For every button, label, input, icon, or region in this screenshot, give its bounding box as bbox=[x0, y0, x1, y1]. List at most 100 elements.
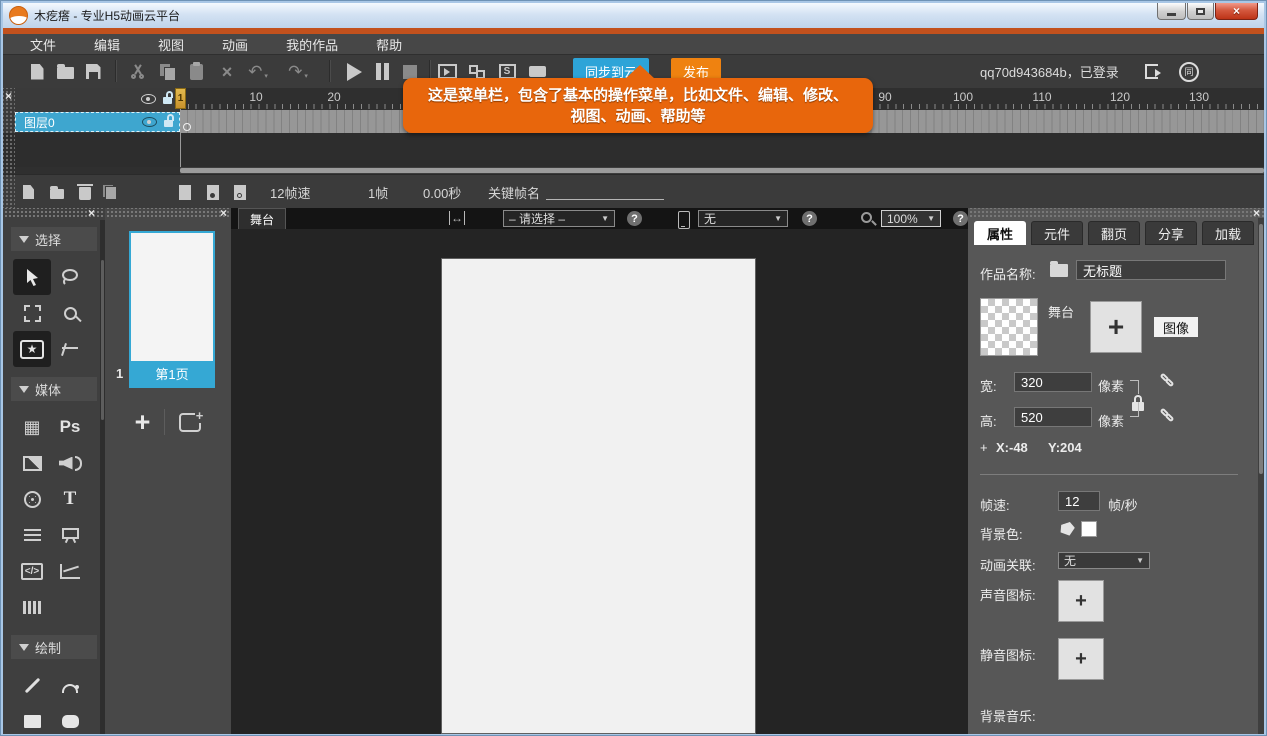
page-thumbnail[interactable]: 第1页 bbox=[129, 231, 215, 388]
cut-button[interactable] bbox=[125, 55, 149, 88]
sync-refresh-button[interactable]: 同 bbox=[1175, 55, 1203, 88]
keyframe-name-input[interactable] bbox=[546, 175, 664, 209]
layer-row[interactable]: 图层0 bbox=[15, 112, 180, 132]
fit-width-icon[interactable]: ↔ bbox=[449, 211, 465, 225]
tool-image[interactable] bbox=[13, 445, 51, 481]
paint-bucket-icon[interactable] bbox=[1058, 521, 1076, 538]
section-draw[interactable]: 绘制 bbox=[11, 635, 97, 659]
paste-button[interactable] bbox=[184, 55, 208, 88]
tool-stage-select[interactable]: ★ bbox=[13, 331, 51, 367]
section-media[interactable]: 媒体 bbox=[11, 377, 97, 401]
pages-drag-handle[interactable]: × bbox=[105, 208, 231, 217]
timeline-close-icon[interactable]: × bbox=[5, 89, 12, 103]
fps-input[interactable]: 12 bbox=[1058, 491, 1100, 511]
help-icon[interactable]: ? bbox=[953, 211, 968, 226]
copy-button[interactable] bbox=[155, 55, 179, 88]
zoom-dropdown[interactable]: 100%▼ bbox=[881, 210, 941, 227]
play-button[interactable] bbox=[341, 55, 367, 88]
timeline-scrollbar-thumb[interactable] bbox=[180, 168, 1264, 173]
menu-animation[interactable]: 动画 bbox=[222, 35, 248, 54]
duplicate-layer-button[interactable] bbox=[103, 175, 116, 209]
tool-paragraph[interactable] bbox=[13, 517, 51, 553]
tool-video[interactable] bbox=[13, 481, 51, 517]
help-icon[interactable]: ? bbox=[627, 211, 642, 226]
width-link-icon[interactable] bbox=[1160, 372, 1176, 388]
work-name-input[interactable]: 无标题 bbox=[1076, 260, 1226, 280]
tool-photoshop[interactable]: Ps bbox=[51, 409, 89, 445]
logout-button[interactable] bbox=[1138, 55, 1164, 88]
tab-loading[interactable]: 加载 bbox=[1202, 221, 1254, 245]
save-button[interactable] bbox=[81, 55, 105, 88]
height-input[interactable]: 520 bbox=[1014, 407, 1092, 427]
tool-chart[interactable] bbox=[51, 553, 89, 589]
timeline-drag-handle[interactable] bbox=[3, 88, 15, 208]
stage-bg-swatch[interactable] bbox=[980, 298, 1038, 356]
props-scrollbar[interactable] bbox=[1258, 218, 1264, 734]
tool-code[interactable]: </> bbox=[13, 553, 51, 589]
anim-link-dropdown[interactable]: 无▼ bbox=[1058, 552, 1150, 569]
menu-view[interactable]: 视图 bbox=[158, 35, 184, 54]
delete-button[interactable]: × bbox=[215, 55, 239, 88]
tool-rounded-rectangle[interactable] bbox=[51, 703, 89, 734]
minimize-button[interactable] bbox=[1157, 3, 1186, 20]
menu-edit[interactable]: 编辑 bbox=[94, 35, 120, 54]
help-icon[interactable]: ? bbox=[802, 211, 817, 226]
tool-text[interactable]: T bbox=[51, 481, 89, 517]
add-sound-icon-button[interactable]: + bbox=[1058, 580, 1104, 622]
layer-lock-icon[interactable] bbox=[164, 120, 173, 127]
props-drag-handle[interactable]: × bbox=[968, 208, 1264, 217]
add-mute-icon-button[interactable]: + bbox=[1058, 638, 1104, 680]
add-stage-image-button[interactable]: + bbox=[1090, 301, 1142, 353]
tool-lasso[interactable] bbox=[51, 259, 89, 295]
props-scrollbar-thumb[interactable] bbox=[1259, 224, 1263, 474]
tools-drag-handle[interactable]: × bbox=[3, 208, 105, 217]
tab-pageflip[interactable]: 翻页 bbox=[1088, 221, 1140, 245]
pages-close-icon[interactable]: × bbox=[220, 206, 227, 220]
close-button[interactable]: × bbox=[1215, 3, 1258, 20]
tool-zoom[interactable] bbox=[51, 295, 89, 331]
tool-line[interactable] bbox=[13, 667, 51, 703]
duplicate-page-button[interactable] bbox=[179, 413, 201, 432]
element-select-dropdown[interactable]: – 请选择 –▼ bbox=[503, 210, 615, 227]
height-link-icon[interactable] bbox=[1160, 407, 1176, 423]
tool-curve[interactable] bbox=[51, 667, 89, 703]
work-folder-icon[interactable] bbox=[1050, 264, 1068, 277]
bgcolor-swatch[interactable] bbox=[1081, 521, 1097, 537]
menu-help[interactable]: 帮助 bbox=[376, 35, 402, 54]
insert-blank-keyframe-button[interactable] bbox=[234, 175, 246, 209]
keyframe-marker[interactable] bbox=[183, 123, 191, 131]
tool-rectangle[interactable] bbox=[13, 703, 51, 734]
page-label[interactable]: 第1页 bbox=[131, 361, 213, 386]
open-button[interactable] bbox=[53, 55, 77, 88]
tool-library[interactable]: ▦ bbox=[13, 409, 51, 445]
insert-keyframe-button[interactable] bbox=[207, 175, 219, 209]
stage-tab[interactable]: 舞台 bbox=[238, 208, 286, 229]
redo-button[interactable]: ↷▾ bbox=[283, 55, 313, 88]
insert-frame-button[interactable] bbox=[179, 175, 191, 209]
section-select[interactable]: 选择 bbox=[11, 227, 97, 251]
tab-components[interactable]: 元件 bbox=[1031, 221, 1083, 245]
add-page-button[interactable]: + bbox=[135, 409, 151, 436]
layer-folder-button[interactable] bbox=[50, 175, 64, 209]
pause-button[interactable] bbox=[369, 55, 395, 88]
tool-guides[interactable] bbox=[51, 331, 89, 367]
new-file-button[interactable] bbox=[25, 55, 49, 88]
layers-lock-icon[interactable] bbox=[163, 97, 172, 104]
new-layer-button[interactable] bbox=[23, 175, 34, 209]
tools-scrollbar-thumb[interactable] bbox=[101, 260, 104, 420]
tool-audio[interactable] bbox=[51, 445, 89, 481]
delete-layer-button[interactable] bbox=[79, 175, 91, 209]
tool-filmstrip[interactable] bbox=[13, 589, 51, 625]
tool-transform[interactable] bbox=[13, 295, 51, 331]
tab-share[interactable]: 分享 bbox=[1145, 221, 1197, 245]
tool-presentation[interactable] bbox=[51, 517, 89, 553]
playhead[interactable]: 1 bbox=[175, 88, 186, 109]
menu-file[interactable]: 文件 bbox=[30, 35, 56, 54]
width-input[interactable]: 320 bbox=[1014, 372, 1092, 392]
layers-visibility-icon[interactable] bbox=[141, 94, 156, 104]
undo-button[interactable]: ↶▾ bbox=[243, 55, 273, 88]
layer-visibility-icon[interactable] bbox=[142, 117, 157, 127]
tools-close-icon[interactable]: × bbox=[88, 208, 95, 220]
maximize-button[interactable] bbox=[1187, 3, 1214, 20]
menu-my-works[interactable]: 我的作品 bbox=[286, 35, 338, 54]
